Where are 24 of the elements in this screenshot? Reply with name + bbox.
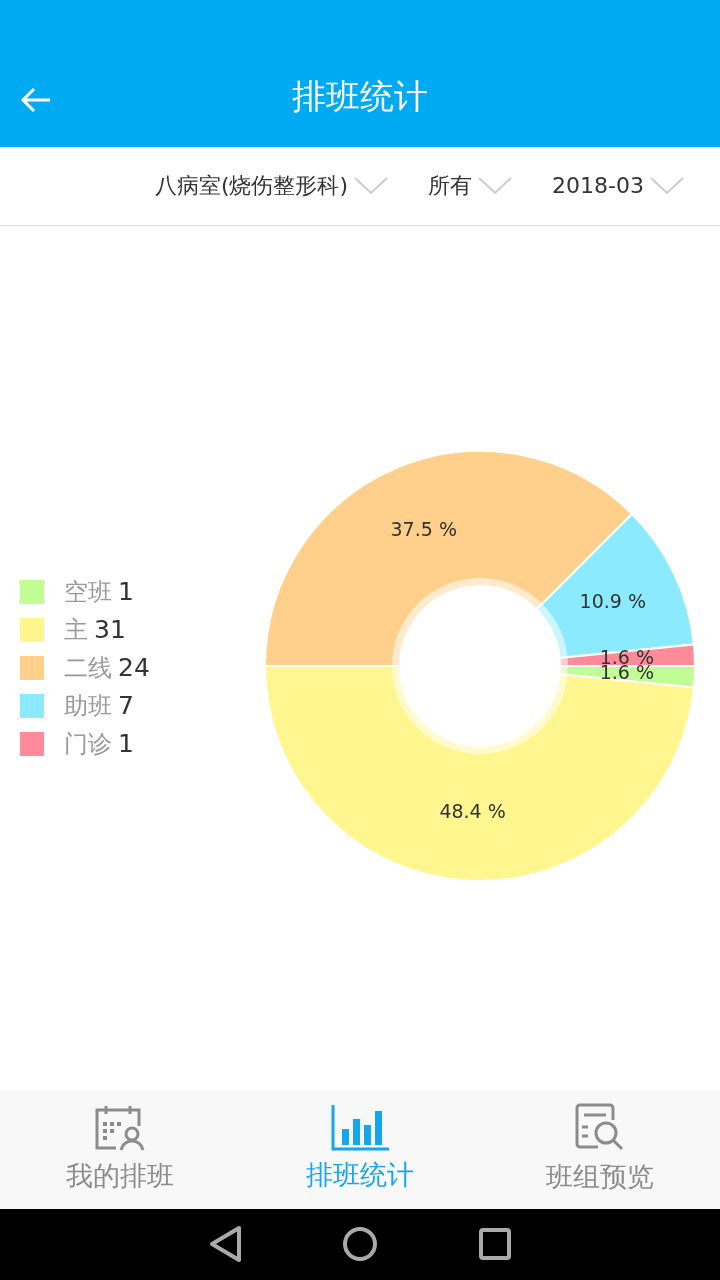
- back-nav-button[interactable]: [208, 1225, 242, 1264]
- bar-chart-icon: [331, 1105, 389, 1152]
- slice-label: 37.5 %: [390, 517, 457, 540]
- recents-button[interactable]: [478, 1227, 512, 1262]
- filter-dropdown[interactable]: 2018-03: [552, 173, 684, 199]
- calendar-person-icon: [94, 1104, 146, 1153]
- legend-label: 二线 24: [64, 652, 150, 685]
- legend-label: 主 31: [64, 614, 126, 647]
- legend-label: 助班 7: [64, 690, 134, 723]
- filter-dropdown[interactable]: 八病室(烧伤整形科): [154, 171, 389, 201]
- legend-label: 门诊 1: [64, 728, 134, 761]
- home-button[interactable]: [342, 1226, 378, 1263]
- chevron-down-icon: [478, 177, 513, 195]
- chevron-down-icon: [650, 177, 684, 195]
- back-triangle-icon: [208, 1225, 242, 1264]
- back-arrow-icon: [20, 87, 52, 113]
- legend-label: 空班 1: [64, 576, 134, 609]
- slice-label: 48.4 %: [439, 800, 506, 823]
- home-circle-icon: [342, 1226, 378, 1263]
- chevron-down-icon: [354, 177, 389, 195]
- slice-label: 10.9 %: [579, 590, 646, 613]
- filter-dropdown[interactable]: 所有: [428, 171, 513, 201]
- recents-square-icon: [478, 1227, 512, 1262]
- page-title: 排班统计: [292, 75, 428, 119]
